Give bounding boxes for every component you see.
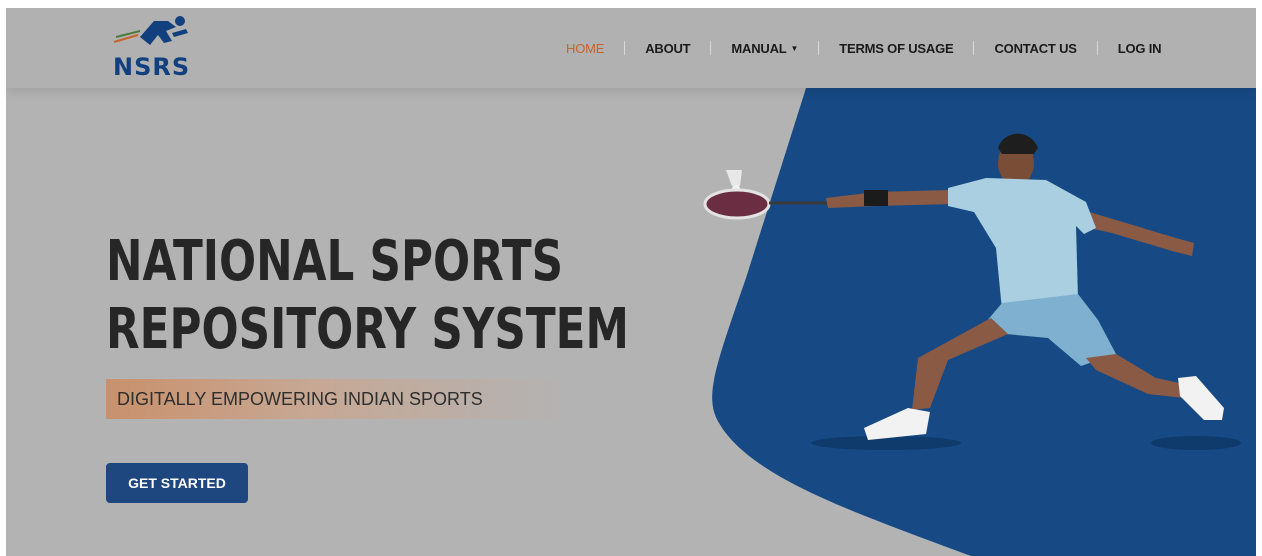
nav-manual-dropdown[interactable]: MANUAL ▼ xyxy=(711,41,818,56)
main-nav: HOME ABOUT MANUAL ▼ TERMS OF USAGE CONTAC… xyxy=(546,8,1181,88)
nav-manual-label: MANUAL xyxy=(731,40,787,56)
nav-contact[interactable]: CONTACT US xyxy=(974,41,1096,56)
racket-icon xyxy=(703,188,828,220)
player-shadow xyxy=(1151,436,1241,450)
hero-subtitle-banner: DIGITALLY EMPOWERING INDIAN SPORTS xyxy=(106,379,566,419)
nav-terms[interactable]: TERMS OF USAGE xyxy=(819,41,973,56)
badminton-player-image xyxy=(703,133,1241,450)
site-header: NSRS HOME ABOUT MANUAL ▼ TERMS OF USAGE C… xyxy=(6,8,1256,88)
logo-text: NSRS xyxy=(113,53,191,81)
nsrs-logo-runner-icon xyxy=(113,16,188,45)
get-started-button[interactable]: GET STARTED xyxy=(106,463,248,503)
page-frame: NSRS HOME ABOUT MANUAL ▼ TERMS OF USAGE C… xyxy=(6,8,1256,556)
hero-subtitle: DIGITALLY EMPOWERING INDIAN SPORTS xyxy=(117,388,483,409)
nav-home[interactable]: HOME xyxy=(546,41,624,56)
caret-down-icon: ▼ xyxy=(790,43,799,53)
nav-about[interactable]: ABOUT xyxy=(625,41,710,56)
nav-login[interactable]: LOG IN xyxy=(1098,41,1182,56)
hero-title-line-2: REPOSITORY SYSTEM xyxy=(106,297,629,362)
hero-title: NATIONAL SPORTS REPOSITORY SYSTEM xyxy=(106,228,629,364)
nsrs-logo[interactable]: NSRS xyxy=(110,15,200,81)
hero-title-line-1: NATIONAL SPORTS xyxy=(106,229,564,294)
